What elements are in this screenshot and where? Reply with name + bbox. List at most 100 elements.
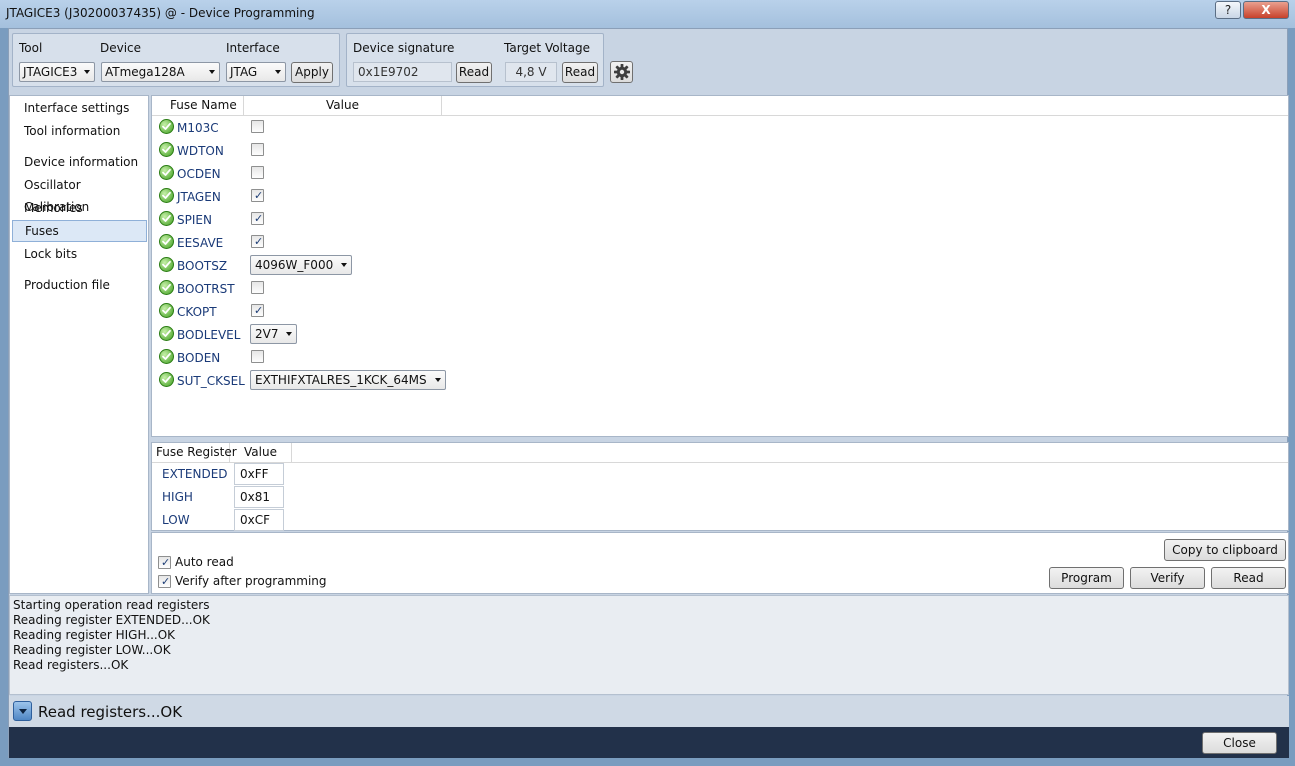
- interface-select-value: JTAG: [230, 65, 258, 79]
- title-bar: JTAGICE3 (J30200037435) @ - Device Progr…: [0, 0, 1295, 28]
- fuse-name: EESAVE: [177, 236, 224, 250]
- sidebar-item-device-information[interactable]: Device information: [12, 151, 147, 173]
- close-button[interactable]: Close: [1202, 732, 1277, 754]
- fuse-select-value: 2V7: [255, 327, 279, 341]
- log-line: Reading register EXTENDED...OK: [13, 613, 210, 627]
- chevron-down-icon: [209, 70, 215, 74]
- expand-log-button[interactable]: [13, 701, 32, 721]
- signature-read-button[interactable]: Read: [456, 62, 492, 83]
- check-icon: ✓: [254, 304, 264, 317]
- device-select[interactable]: ATmega128A: [101, 62, 220, 82]
- connection-group: Tool Device Interface JTAGICE3 ATmega128…: [12, 33, 340, 87]
- program-button[interactable]: Program: [1049, 567, 1124, 589]
- fuse-checkbox-m103c[interactable]: [251, 120, 264, 133]
- sidebar-item-lock-bits[interactable]: Lock bits: [12, 243, 147, 265]
- register-value-extended[interactable]: 0xFF: [234, 463, 284, 485]
- status-bar: Read registers...OK: [9, 696, 1289, 727]
- check-circle-icon: [159, 326, 174, 341]
- help-button[interactable]: ?: [1215, 1, 1241, 19]
- log-line: Read registers...OK: [13, 658, 129, 672]
- bottom-bar: Close: [9, 727, 1289, 758]
- sidebar-item-tool-information[interactable]: Tool information: [12, 120, 147, 142]
- fuse-checkbox-jtagen[interactable]: ✓: [251, 189, 264, 202]
- fuse-select-bootsz[interactable]: 4096W_F000: [250, 255, 353, 275]
- fuse-name: CKOPT: [177, 305, 217, 319]
- apply-button[interactable]: Apply: [291, 62, 333, 83]
- sidebar-item-production-file[interactable]: Production file: [12, 274, 147, 296]
- fuse-value-column-header: Value: [244, 96, 442, 116]
- check-icon: ✓: [161, 556, 171, 569]
- interface-select[interactable]: JTAG: [226, 62, 286, 82]
- fuse-name-column-header: Fuse Name: [152, 96, 244, 116]
- check-circle-icon: [159, 257, 174, 272]
- fuse-name: M103C: [177, 121, 219, 135]
- fuse-register-table: Fuse Register Value EXTENDED 0xFF HIGH 0…: [151, 442, 1289, 531]
- auto-read-label: Auto read: [175, 555, 234, 569]
- fuse-table: Fuse Name Value M103C WDTON OCDEN JTAGEN ✓ SP…: [151, 95, 1289, 437]
- fuse-header-filler: [442, 96, 1288, 116]
- tool-select-value: JTAGICE3: [23, 65, 78, 79]
- fuse-name: SPIEN: [177, 213, 212, 227]
- register-name-column-header: Fuse Register: [152, 443, 237, 463]
- sidebar-item-oscillator-calibration[interactable]: Oscillator Calibration: [12, 174, 147, 214]
- fuse-checkbox-bootrst[interactable]: [251, 281, 264, 294]
- voltage-label: Target Voltage: [504, 41, 590, 55]
- fuse-name: OCDEN: [177, 167, 221, 181]
- log-line: Reading register HIGH...OK: [13, 628, 176, 642]
- log-line: Starting operation read registers: [13, 598, 210, 612]
- window-title: JTAGICE3 (J30200037435) @ - Device Progr…: [6, 6, 315, 20]
- sidebar-item-interface-settings[interactable]: Interface settings: [12, 97, 147, 119]
- signature-label: Device signature: [353, 41, 455, 55]
- output-log[interactable]: Starting operation read registers Readin…: [9, 595, 1289, 695]
- fuse-checkbox-boden[interactable]: [251, 350, 264, 363]
- register-value-high[interactable]: 0x81: [234, 486, 284, 508]
- read-button[interactable]: Read: [1211, 567, 1286, 589]
- fuse-checkbox-ocden[interactable]: [251, 166, 264, 179]
- fuse-checkbox-ckopt[interactable]: ✓: [251, 304, 264, 317]
- check-circle-icon: [159, 234, 174, 249]
- status-text: Read registers...OK: [38, 703, 183, 721]
- fuse-select-value: 4096W_F000: [255, 258, 334, 272]
- sidebar-item-memories[interactable]: Memories: [12, 197, 147, 219]
- tool-select[interactable]: JTAGICE3: [19, 62, 95, 82]
- gear-icon: [613, 64, 630, 80]
- check-circle-icon: [159, 119, 174, 134]
- sidebar-item-fuses[interactable]: Fuses: [12, 220, 147, 242]
- device-label: Device: [100, 41, 142, 55]
- fuse-name: WDTON: [177, 144, 224, 158]
- fuse-checkbox-wdton[interactable]: [251, 143, 264, 156]
- register-header-filler: [292, 443, 1288, 463]
- fuse-name: BODEN: [177, 351, 221, 365]
- register-value-low[interactable]: 0xCF: [234, 509, 284, 531]
- copy-to-clipboard-button[interactable]: Copy to clipboard: [1164, 539, 1286, 561]
- interface-label: Interface: [226, 41, 280, 55]
- actions-panel: ✓ Auto read ✓ Verify after programming C…: [151, 532, 1289, 594]
- fuse-checkbox-eesave[interactable]: ✓: [251, 235, 264, 248]
- check-icon: ✓: [254, 212, 264, 225]
- fuse-select-bodlevel[interactable]: 2V7: [250, 324, 298, 344]
- chevron-down-icon: [286, 332, 293, 336]
- settings-button[interactable]: [610, 61, 633, 83]
- check-circle-icon: [159, 280, 174, 295]
- sidebar: Interface settings Tool information Devi…: [9, 95, 149, 594]
- fuse-select-sut-cksel[interactable]: EXTHIFXTALRES_1KCK_64MS: [250, 370, 446, 390]
- signature-group: Device signature Target Voltage 0x1E9702…: [346, 33, 604, 87]
- verify-after-programming-label: Verify after programming: [175, 574, 327, 588]
- check-icon: ✓: [161, 575, 171, 588]
- fuse-checkbox-spien[interactable]: ✓: [251, 212, 264, 225]
- register-name-high: HIGH: [162, 490, 193, 504]
- device-select-value: ATmega128A: [105, 65, 185, 79]
- auto-read-checkbox[interactable]: ✓: [158, 556, 171, 569]
- verify-after-programming-checkbox[interactable]: ✓: [158, 575, 171, 588]
- fuse-name: JTAGEN: [177, 190, 221, 204]
- voltage-read-button[interactable]: Read: [562, 62, 598, 83]
- log-line: Reading register LOW...OK: [13, 643, 171, 657]
- check-icon: ✓: [254, 235, 264, 248]
- check-circle-icon: [159, 142, 174, 157]
- window-close-button[interactable]: X: [1243, 1, 1289, 19]
- signature-value: 0x1E9702: [353, 62, 452, 82]
- check-circle-icon: [159, 349, 174, 364]
- chevron-down-icon: [341, 263, 348, 267]
- verify-button[interactable]: Verify: [1130, 567, 1205, 589]
- fuse-name: BODLEVEL: [177, 328, 241, 342]
